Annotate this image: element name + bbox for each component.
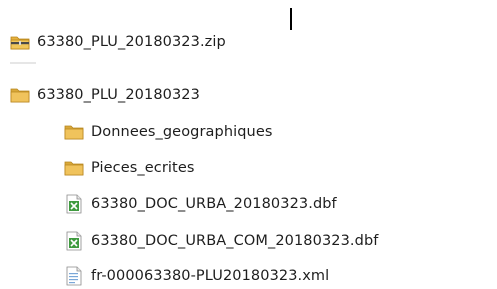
root-folder-item[interactable]: 63380_PLU_20180323 (10, 83, 200, 107)
item-name: 63380_DOC_URBA_20180323.dbf (91, 196, 337, 212)
item-name: 63380_DOC_URBA_COM_20180323.dbf (91, 233, 379, 249)
xml-file-icon (64, 266, 84, 286)
item-name: Donnees_geographiques (91, 124, 273, 140)
spreadsheet-file-icon (64, 231, 84, 251)
text-cursor (290, 8, 292, 30)
spreadsheet-file-icon (64, 194, 84, 214)
zip-folder-icon (10, 32, 30, 52)
item-name: fr-000063380-PLU20180323.xml (91, 268, 330, 284)
list-item-file[interactable]: 63380_DOC_URBA_COM_20180323.dbf (64, 229, 378, 253)
list-item-file[interactable]: 63380_DOC_URBA_20180323.dbf (64, 192, 337, 216)
archive-name: 63380_PLU_20180323.zip (37, 34, 226, 50)
folder-icon (64, 122, 84, 142)
folder-icon (10, 85, 30, 105)
list-item-folder[interactable]: Pieces_ecrites (64, 156, 195, 180)
divider (10, 62, 36, 64)
root-folder-name: 63380_PLU_20180323 (37, 87, 200, 103)
list-item-folder[interactable]: Donnees_geographiques (64, 120, 273, 144)
folder-icon (64, 158, 84, 178)
item-name: Pieces_ecrites (91, 160, 195, 176)
list-item-file[interactable]: fr-000063380-PLU20180323.xml (64, 264, 329, 288)
archive-item[interactable]: 63380_PLU_20180323.zip (10, 30, 226, 54)
